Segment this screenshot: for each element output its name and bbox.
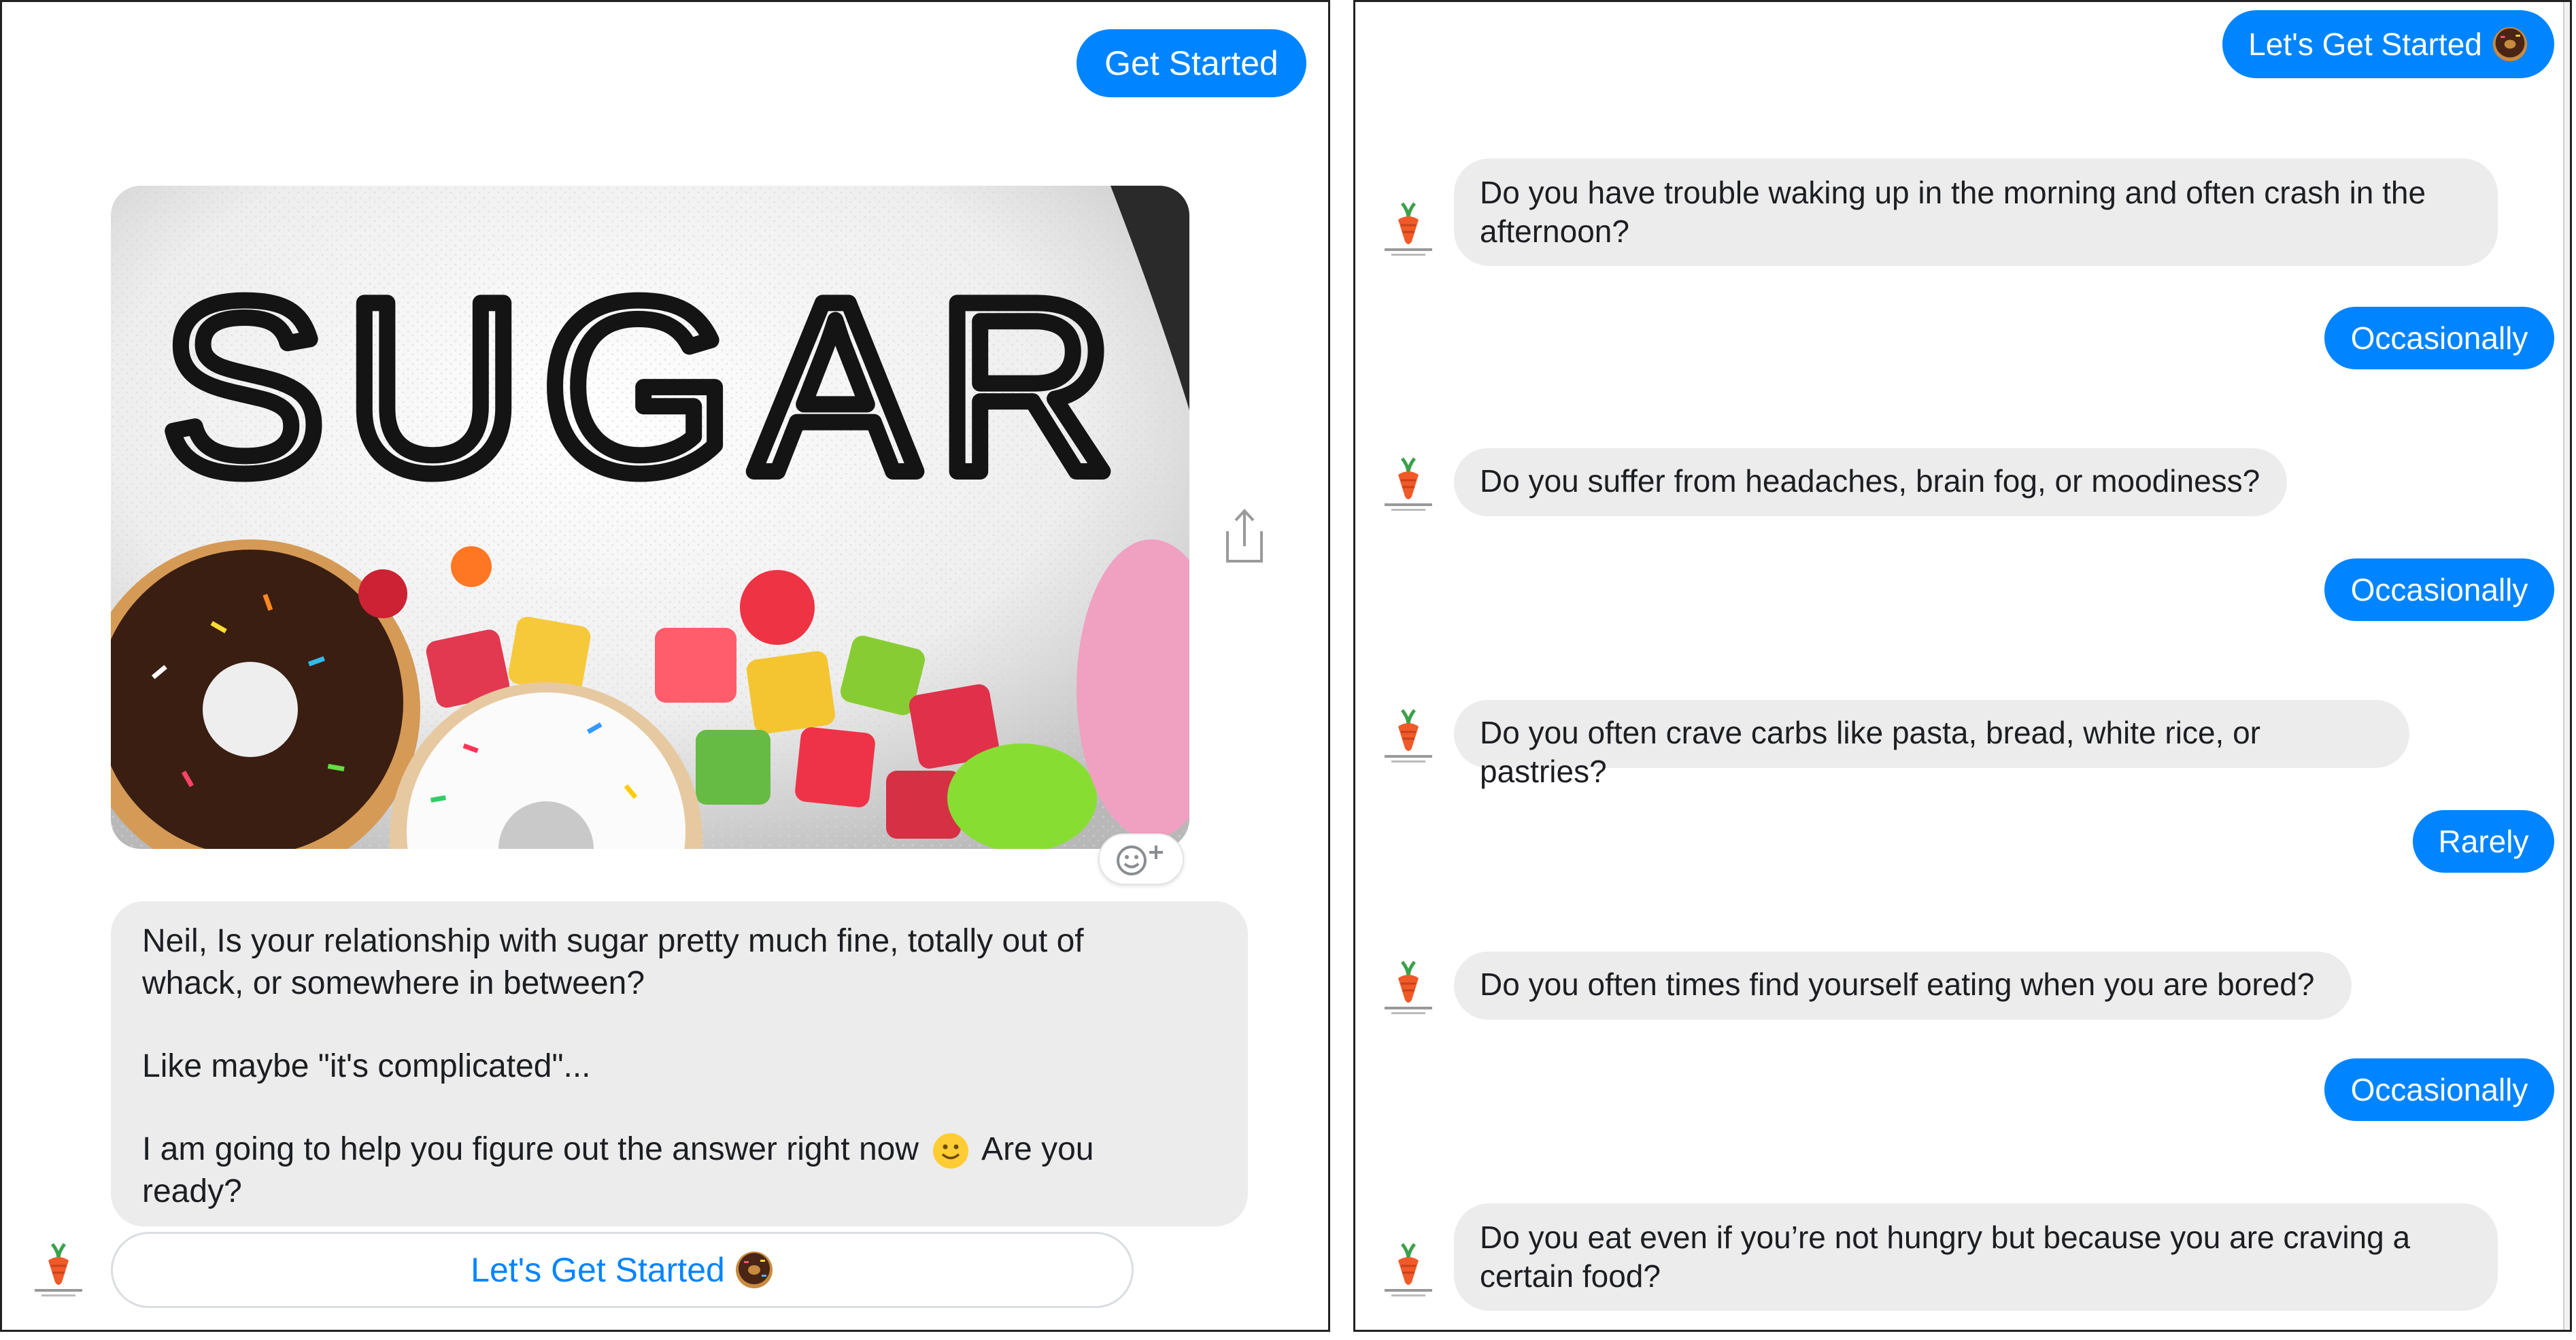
sugar-written-text: SUGAR xyxy=(162,250,1134,524)
user-reply-text: Let's Get Started xyxy=(2248,27,2482,62)
question-line: afternoon? xyxy=(1480,214,1629,249)
cta-label: Let's Get Started xyxy=(471,1251,725,1289)
answer-bubble: Occasionally xyxy=(2324,558,2554,621)
user-reply-bubble: Let's Get Started xyxy=(2222,10,2554,78)
bot-question-bubble: Do you often crave carbs like pasta, bre… xyxy=(1454,700,2409,789)
answer-text: Occasionally xyxy=(2350,320,2528,356)
answer-text: Rarely xyxy=(2438,824,2529,859)
donut-emoji-icon xyxy=(735,1252,773,1288)
answer-text: Occasionally xyxy=(2350,1072,2528,1107)
carrot-logo-icon xyxy=(1385,960,1432,1014)
bot-question-bubble: Do you have trouble waking up in the mor… xyxy=(1454,158,2498,266)
bot-question-bubble: Do you eat even if you’re not hungry but… xyxy=(1454,1203,2498,1311)
intro-line: ready? xyxy=(142,1173,242,1209)
question-line: Do you eat even if you’re not hungry but… xyxy=(1480,1220,2411,1255)
carrot-logo-icon xyxy=(1385,1243,1432,1296)
intro-line: whack, or somewhere in between? xyxy=(142,965,645,1001)
smile-outline-icon xyxy=(1117,845,1163,875)
donut-emoji-icon xyxy=(2492,27,2528,62)
scrollbar[interactable] xyxy=(2563,2,2570,1330)
question-line: Do you often times find yourself eating … xyxy=(1480,967,2315,1002)
sugar-image-card[interactable]: SUGAR xyxy=(111,186,1189,849)
question-line: certain food? xyxy=(1480,1258,1661,1294)
intro-line: Neil, Is your relationship with sugar pr… xyxy=(142,923,1084,959)
left-chat-panel: Get Started SUGAR Neil, Is your relation… xyxy=(0,0,1330,1332)
carrot-logo-icon xyxy=(1385,709,1432,763)
question-line: Do you often crave carbs like pasta, bre… xyxy=(1480,715,2261,789)
bot-question-bubble: Do you suffer from headaches, brain fog,… xyxy=(1454,448,2287,516)
question-line: Do you have trouble waking up in the mor… xyxy=(1480,175,2426,210)
lets-get-started-button[interactable]: Let's Get Started xyxy=(111,1232,1134,1308)
smile-emoji-icon xyxy=(933,1133,969,1169)
carrot-logo-icon xyxy=(1385,457,1432,511)
answer-bubble: Occasionally xyxy=(2324,1058,2554,1121)
question-line: Do you suffer from headaches, brain fog,… xyxy=(1480,463,2260,499)
bot-question-bubble: Do you often times find yourself eating … xyxy=(1454,952,2352,1020)
answer-text: Occasionally xyxy=(2350,572,2528,607)
answer-bubble: Rarely xyxy=(2413,810,2554,873)
intro-line: Like maybe "it's complicated"... xyxy=(142,1048,591,1084)
get-started-bubble: Get Started xyxy=(1077,29,1306,97)
get-started-label: Get Started xyxy=(1104,44,1278,82)
sugar-image: SUGAR xyxy=(111,186,1189,849)
intro-line: Are you xyxy=(981,1131,1094,1167)
answer-bubble: Occasionally xyxy=(2324,307,2554,369)
carrot-logo-icon xyxy=(35,1243,82,1296)
right-chat-panel: Let's Get Started Do you have trouble wa… xyxy=(1353,0,2572,1332)
intro-line: I am going to help you figure out the an… xyxy=(142,1131,919,1167)
carrot-logo-icon xyxy=(1385,202,1432,256)
add-reaction-icon[interactable] xyxy=(1098,833,1184,885)
share-icon[interactable] xyxy=(1219,505,1270,567)
intro-message-bubble: Neil, Is your relationship with sugar pr… xyxy=(111,901,1248,1226)
